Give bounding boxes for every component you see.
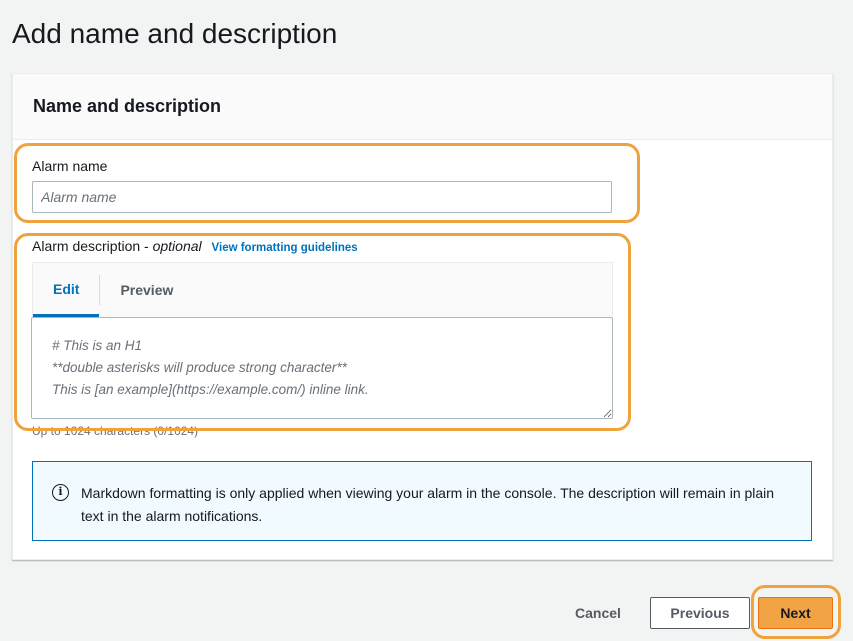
tab-edit[interactable]: Edit [33,263,100,317]
previous-button[interactable]: Previous [650,597,750,629]
character-count-hint: Up to 1024 characters (0/1024) [32,424,199,438]
editor-tabs: Edit Preview [32,262,613,317]
optional-label: optional [152,238,202,254]
tab-preview[interactable]: Preview [100,263,193,317]
alarm-description-label-text: Alarm description - [32,238,153,254]
alarm-name-label: Alarm name [32,158,108,174]
info-icon: i [52,484,69,501]
info-alert-text: Markdown formatting is only applied when… [81,485,775,524]
markdown-info-alert: i Markdown formatting is only applied wh… [32,461,812,541]
view-formatting-guidelines-link[interactable]: View formatting guidelines [212,242,358,254]
page-title: Add name and description [12,18,338,49]
alarm-description-textarea[interactable] [31,317,613,419]
alarm-description-label: Alarm description - optional View format… [32,238,358,254]
next-button[interactable]: Next [758,597,833,629]
panel-title: Name and description [33,96,222,116]
alarm-name-input[interactable] [32,181,612,213]
panel-header: Name and description [13,74,832,140]
cancel-button[interactable]: Cancel [566,598,630,628]
